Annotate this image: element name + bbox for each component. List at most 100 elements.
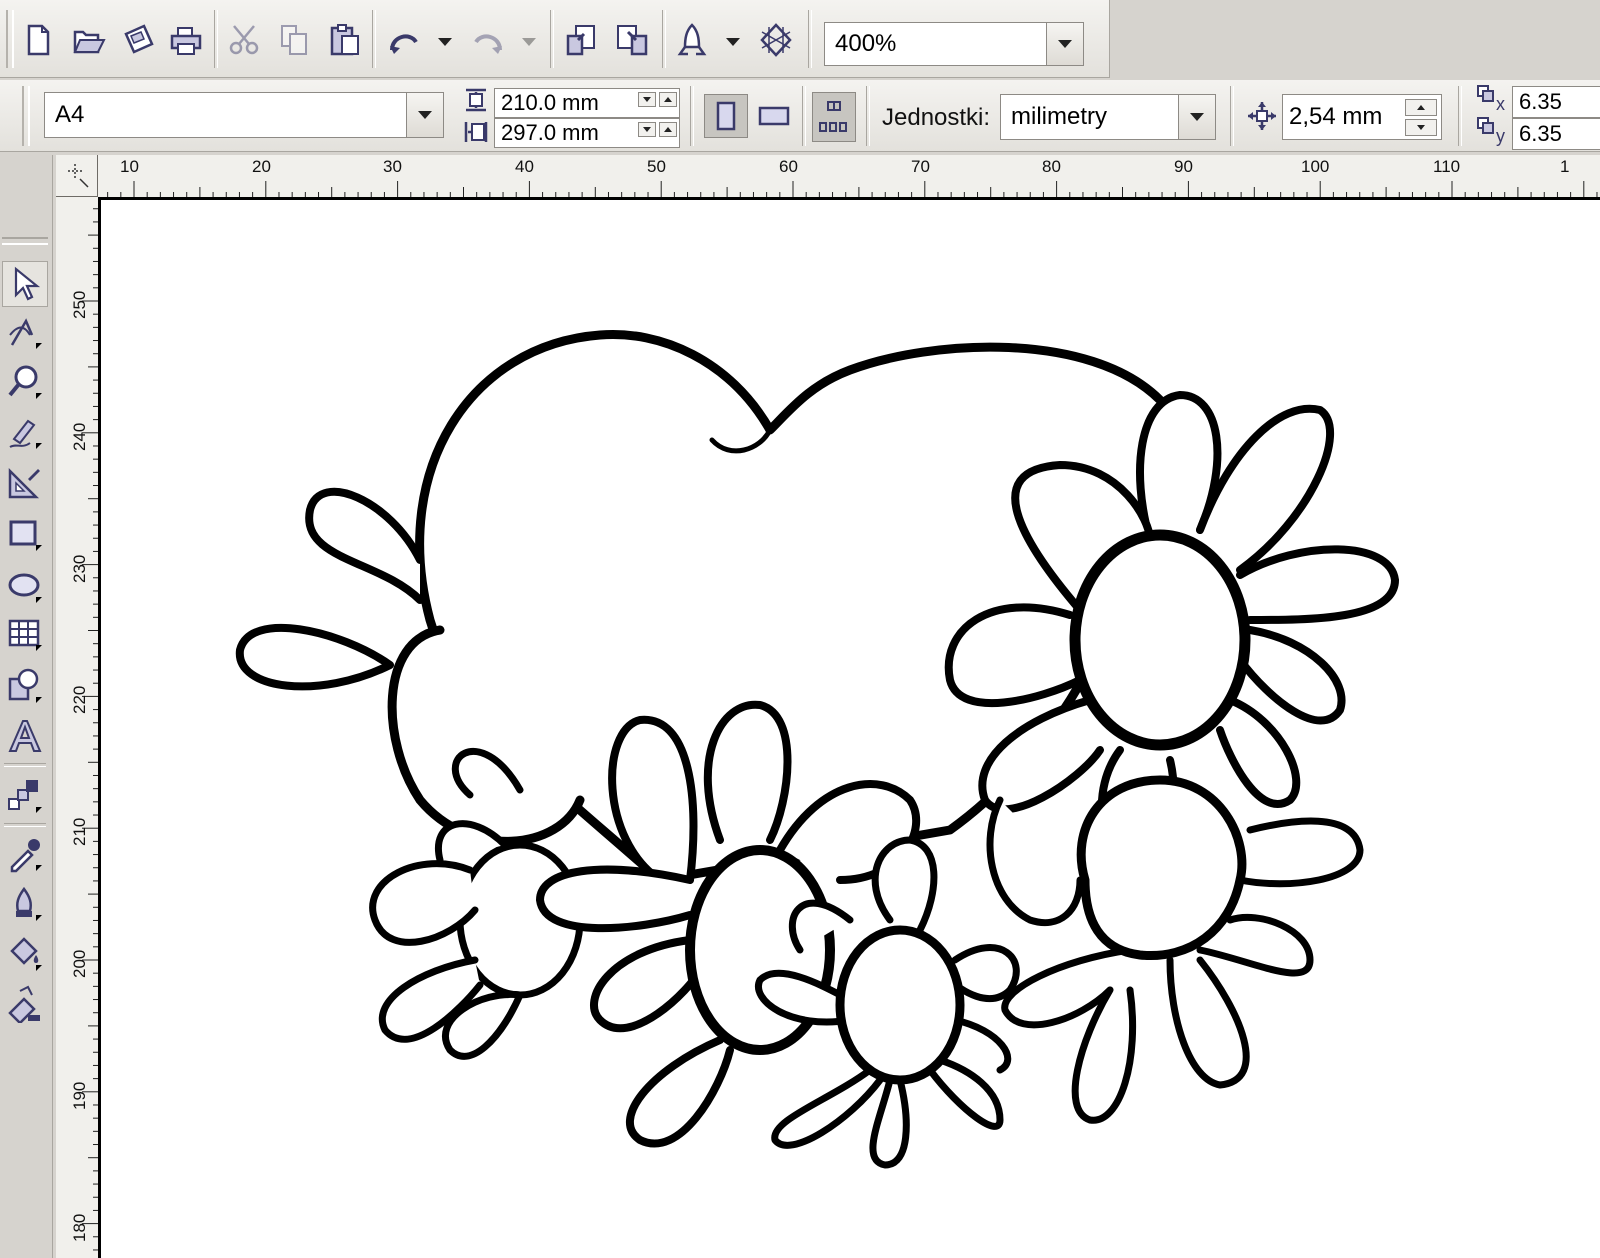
v-ruler-label-190: 190 [70,1081,89,1110]
property-bar: A4 210.0 mm 297.0 mm Jednostki: milimetr… [0,80,1600,152]
h-ruler-label-70: 70 [911,157,930,176]
freehand-tool-icon[interactable] [2,409,48,455]
duplicate-y-value: 6.35 [1519,121,1562,146]
redo-icon[interactable] [466,18,510,62]
units-dropdown-button[interactable] [1178,95,1215,139]
toolbar-separator [866,86,870,146]
interactive-blend-tool-icon[interactable] [2,773,48,819]
duplicate-x-value: 6.35 [1519,89,1562,114]
new-icon[interactable] [16,18,60,62]
undo-dropdown-icon[interactable] [438,38,452,46]
units-label: Jednostki: [882,104,991,131]
ruler-origin-button[interactable] [56,155,98,197]
zoom-level-value: 400% [835,30,897,57]
toolbox-separator [4,823,46,827]
welcome-screen-icon[interactable] [754,18,798,62]
h-ruler-label-10: 10 [120,157,139,176]
open-icon[interactable] [66,18,110,62]
chevron-down-icon [1058,40,1072,48]
h-ruler-label-90: 90 [1174,157,1193,176]
paste-icon[interactable] [322,18,366,62]
page-height-value: 297.0 mm [501,120,599,145]
h-ruler-label-cut: 1 [1560,157,1570,176]
shape-tool-icon[interactable] [2,309,48,355]
h-ruler-label-50: 50 [647,157,666,176]
eyedropper-tool-icon[interactable] [2,831,48,877]
duplicate-y-input[interactable]: 6.35 [1512,118,1600,150]
toolbar-separator [1458,86,1462,146]
toolbar-separator [372,10,376,68]
nudge-distance-input[interactable]: 2,54 mm [1282,94,1442,140]
chevron-down-icon [418,111,432,119]
v-ruler-label-240: 240 [70,422,89,451]
save-icon[interactable] [116,18,160,62]
v-ruler-label-220: 220 [70,685,89,714]
page-height-up-button[interactable] [659,122,677,137]
fill-tool-icon[interactable] [2,931,48,977]
interactive-fill-tool-icon[interactable] [2,981,48,1027]
ruler-origin-icon [68,164,89,188]
landscape-orientation-button[interactable] [752,94,796,138]
h-ruler-label-20: 20 [252,157,271,176]
table-tool-icon[interactable] [2,611,48,657]
nudge-down-button[interactable] [1405,119,1437,136]
print-icon[interactable] [164,18,208,62]
page-height-down-button[interactable] [638,122,656,137]
page-height-input[interactable]: 297.0 mm [494,118,680,148]
toolbar-dock-area [1110,0,1600,78]
horizontal-ruler[interactable]: 10 20 30 40 50 60 70 80 90 100 110 1 [56,155,1600,198]
standard-toolbar: 400% [0,0,1110,78]
heart-with-flowers-drawing[interactable] [98,197,1600,1258]
drawing-canvas[interactable] [98,197,1600,1258]
cut-icon[interactable] [222,18,266,62]
all-pages-layout-button[interactable] [812,92,856,142]
chevron-down-icon [1190,113,1204,121]
text-tool-icon[interactable] [2,713,48,759]
units-value: milimetry [1011,103,1107,130]
paper-type-select[interactable]: A4 [44,92,444,138]
copy-icon[interactable] [272,18,316,62]
toolbar-separator [808,10,812,68]
duplicate-distance-y-icon: y [1476,116,1508,146]
toolbox-grip[interactable] [2,237,48,245]
vertical-ruler[interactable]: 250 240 230 220 210 200 190 180 [56,197,99,1258]
v-ruler-label-210: 210 [70,817,89,846]
h-ruler-label-40: 40 [515,157,534,176]
paper-type-dropdown-button[interactable] [406,93,443,137]
toolbar-grip[interactable] [6,10,14,68]
page-width-input[interactable]: 210.0 mm [494,88,680,118]
zoom-tool-icon[interactable] [2,359,48,405]
export-icon[interactable] [610,18,654,62]
pick-tool-icon[interactable] [2,261,48,307]
page-width-up-button[interactable] [659,92,677,107]
page-width-down-button[interactable] [638,92,656,107]
undo-icon[interactable] [382,18,426,62]
redo-dropdown-icon[interactable] [522,38,536,46]
h-ruler-label-80: 80 [1042,157,1061,176]
zoom-level-combo[interactable]: 400% [824,22,1084,66]
rectangle-tool-icon[interactable] [2,511,48,557]
zoom-dropdown-button[interactable] [1046,23,1083,65]
ellipse-tool-icon[interactable] [2,563,48,609]
h-ruler-label-30: 30 [383,157,402,176]
toolbar-separator [550,10,554,68]
toolbar-grip[interactable] [22,86,30,146]
horizontal-ruler-ticks [67,181,1598,197]
v-ruler-label-200: 200 [70,949,89,978]
page-width-icon [462,86,490,114]
h-ruler-label-60: 60 [779,157,798,176]
application-launcher-dropdown-icon[interactable] [726,38,740,46]
toolbar-separator [802,86,806,146]
import-icon[interactable] [560,18,604,62]
duplicate-x-input[interactable]: 6.35 [1512,86,1600,118]
paper-type-value: A4 [55,101,85,128]
outline-tool-icon[interactable] [2,881,48,927]
units-select[interactable]: milimetry [1000,94,1216,140]
smart-fill-tool-icon[interactable] [2,459,48,505]
page-width-value: 210.0 mm [501,90,599,115]
nudge-up-button[interactable] [1405,99,1437,116]
portrait-orientation-button[interactable] [704,94,748,138]
basic-shapes-tool-icon[interactable] [2,663,48,709]
y-axis-label: y [1496,126,1505,146]
application-launcher-icon[interactable] [670,18,714,62]
